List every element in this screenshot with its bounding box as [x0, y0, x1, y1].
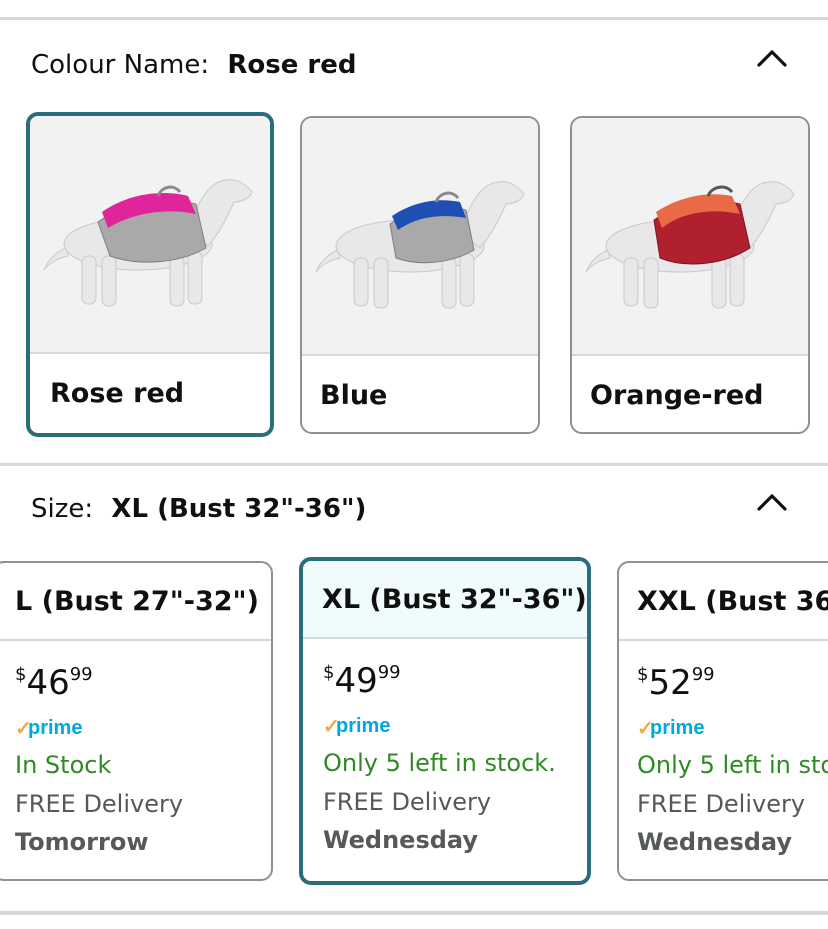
size-option-title: XXL (Bust 36" [619, 563, 828, 641]
colour-selected-value: Rose red [227, 50, 357, 80]
colour-label: Colour Name: [31, 50, 210, 80]
delivery-day: Tomorrow [15, 828, 149, 856]
prime-logo-icon: ✓ prime [323, 715, 390, 738]
size-option-title: L (Bust 27"-32") [0, 563, 271, 641]
swatch-label: Orange-red [590, 380, 764, 411]
dog-vest-image [43, 179, 253, 307]
prime-logo-icon: ✓ prime [15, 717, 82, 740]
colour-swatch-rose-red[interactable]: Rose red [26, 112, 274, 437]
size-selected-value: XL (Bust 32"-36") [111, 494, 367, 524]
svg-text:prime: prime [650, 717, 704, 739]
stock-status: Only 5 left in stoc [637, 751, 828, 779]
price: $5299 [637, 663, 715, 703]
variation-selector: Colour Name: Rose red Rose red Blue Oran… [0, 0, 828, 929]
price: $4999 [323, 661, 401, 701]
svg-text:prime: prime [336, 715, 390, 737]
chevron-up-icon[interactable] [755, 491, 789, 513]
size-option-title: XL (Bust 32"-36") [303, 561, 587, 639]
top-divider [0, 17, 828, 20]
price: $4699 [15, 663, 93, 703]
size-header[interactable]: Size: XL (Bust 32"-36") [31, 496, 366, 522]
bottom-divider [0, 911, 828, 915]
section-divider [0, 463, 828, 466]
colour-swatch-orange-red[interactable]: Orange-red [570, 116, 810, 434]
dog-vest-image [315, 181, 525, 309]
prime-logo-icon: ✓ prime [637, 717, 704, 740]
colour-swatch-blue[interactable]: Blue [300, 116, 540, 434]
stock-status: In Stock [15, 751, 112, 779]
swatch-image [30, 116, 270, 354]
dog-vest-image [585, 181, 795, 309]
svg-text:prime: prime [28, 717, 82, 739]
delivery-day: Wednesday [637, 828, 793, 856]
chevron-up-icon[interactable] [755, 47, 789, 69]
delivery-day: Wednesday [323, 826, 479, 854]
swatch-image [302, 118, 538, 356]
size-label: Size: [31, 494, 94, 524]
stock-status: Only 5 left in stock. [323, 749, 556, 777]
delivery-text: FREE Delivery [323, 788, 492, 816]
swatch-label: Blue [320, 380, 388, 411]
colour-header[interactable]: Colour Name: Rose red [31, 52, 356, 78]
delivery-text: FREE Delivery [637, 790, 806, 818]
size-option-xxl[interactable]: XXL (Bust 36" $5299 ✓ prime Only 5 left … [617, 561, 828, 881]
swatch-label: Rose red [50, 378, 185, 409]
size-option-xl[interactable]: XL (Bust 32"-36") $4999 ✓ prime Only 5 l… [299, 557, 591, 885]
delivery-text: FREE Delivery [15, 790, 184, 818]
swatch-image [572, 118, 808, 356]
size-option-l[interactable]: L (Bust 27"-32") $4699 ✓ prime In Stock … [0, 561, 273, 881]
